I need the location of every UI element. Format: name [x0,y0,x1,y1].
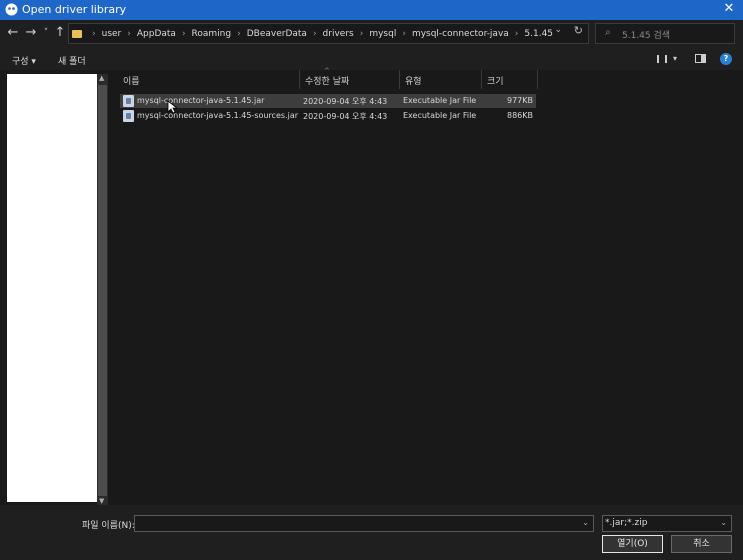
file-name: mysql-connector-java-5.1.45-sources.jar [137,111,299,120]
breadcrumb-mysql-connector-java[interactable]: mysql-connector-java [412,29,509,39]
breadcrumb-dbeaverdata[interactable]: DBeaverData [247,29,307,39]
file-row[interactable]: mysql-connector-java-5.1.45.jar 2020-09-… [120,94,536,108]
file-type: Executable Jar File [403,96,477,105]
jar-file-icon [123,110,134,122]
column-header-date-label: 수정한 날짜 [305,77,350,87]
breadcrumb-separator[interactable]: › [313,29,317,39]
file-type-dropdown-icon[interactable]: ⌄ [720,518,727,527]
file-list: ^ 이름 수정한 날짜 유형 크기 mysql-connector-java-5… [118,67,743,500]
title-bar: Open driver library ✕ [0,0,743,20]
dbeaver-app-icon [5,3,18,16]
search-placeholder: 5.1.45 검색 [622,31,671,41]
window-title: Open driver library [22,3,127,16]
file-date: 2020-09-04 오후 4:43 [303,112,388,121]
column-header-type[interactable]: 유형 [400,70,482,89]
breadcrumb-separator[interactable]: › [402,29,406,39]
search-icon: ⌕ [605,27,611,38]
breadcrumb-roaming[interactable]: Roaming [192,29,232,39]
filename-dropdown-icon[interactable]: ⌄ [582,518,589,527]
open-button[interactable]: 열기(O) [602,535,663,553]
navigation-bar: ← → ˅ ↑ › user › AppData › Roaming › DBe… [0,20,743,48]
view-options-dropdown-icon[interactable]: ▾ [673,54,677,63]
column-header-name-label: 이름 [123,77,140,87]
file-size: 886KB [506,111,533,120]
close-icon[interactable]: ✕ [721,1,737,17]
column-header-size-label: 크기 [487,77,504,87]
scroll-up-icon[interactable]: ▲ [99,74,104,82]
file-type-filter-select[interactable]: *.jar;*.zip ⌄ [602,515,732,532]
dialog-footer: 파일 이름(N): ⌄ *.jar;*.zip ⌄ 열기(O) 취소 [0,505,743,560]
file-name: mysql-connector-java-5.1.45.jar [137,96,265,105]
column-header-size[interactable]: 크기 [482,70,538,89]
column-header-date[interactable]: 수정한 날짜 [300,70,400,89]
column-header-type-label: 유형 [405,77,422,87]
breadcrumb-mysql[interactable]: mysql [369,29,396,39]
address-dropdown-icon[interactable]: ⌄ [554,25,562,35]
scroll-down-icon[interactable]: ▼ [99,497,104,505]
command-toolbar: 구성 ▾ 새 폴더 ▾ ? [0,48,743,70]
address-bar[interactable]: › user › AppData › Roaming › DBeaverData… [68,23,589,44]
view-options-icon[interactable] [657,55,667,63]
breadcrumb-user[interactable]: user [102,29,122,39]
refresh-icon[interactable]: ↻ [574,24,583,37]
mouse-cursor-icon [167,100,177,114]
cancel-button[interactable]: 취소 [671,535,732,553]
file-date: 2020-09-04 오후 4:43 [303,97,388,106]
breadcrumb-separator[interactable]: › [127,29,131,39]
new-folder-button[interactable]: 새 폴더 [58,54,86,67]
breadcrumb-separator[interactable]: › [515,29,519,39]
breadcrumb-separator[interactable]: › [182,29,186,39]
file-row[interactable]: mysql-connector-java-5.1.45-sources.jar … [120,109,536,123]
search-input[interactable]: ⌕ 5.1.45 검색 [595,23,735,44]
breadcrumb-separator: › [92,28,96,39]
filename-label: 파일 이름(N): [82,521,135,531]
jar-file-icon [123,95,134,107]
breadcrumb-appdata[interactable]: AppData [137,29,176,39]
file-size: 977KB [506,96,533,105]
navigation-pane[interactable] [7,74,97,502]
breadcrumb-version[interactable]: 5.1.45 [524,29,553,39]
folder-icon [72,29,82,38]
up-arrow-icon[interactable]: ↑ [52,25,68,41]
breadcrumb-separator[interactable]: › [237,29,241,39]
file-type: Executable Jar File [403,111,477,120]
filename-input[interactable]: ⌄ [134,515,594,532]
help-icon[interactable]: ? [720,53,732,65]
organize-button[interactable]: 구성 ▾ [12,54,36,67]
back-arrow-icon[interactable]: ← [5,25,21,41]
column-header-name[interactable]: 이름 [118,70,300,89]
breadcrumb: › user › AppData › Roaming › DBeaverData… [72,24,553,43]
navigation-pane-scrollbar[interactable]: ▲ ▼ [97,74,108,507]
file-type-filter-value: *.jar;*.zip [605,518,648,528]
scrollbar-thumb[interactable] [98,85,107,496]
forward-arrow-icon[interactable]: → [23,25,39,41]
breadcrumb-separator[interactable]: › [360,29,364,39]
breadcrumb-drivers[interactable]: drivers [323,29,354,39]
preview-pane-icon[interactable] [695,54,706,63]
